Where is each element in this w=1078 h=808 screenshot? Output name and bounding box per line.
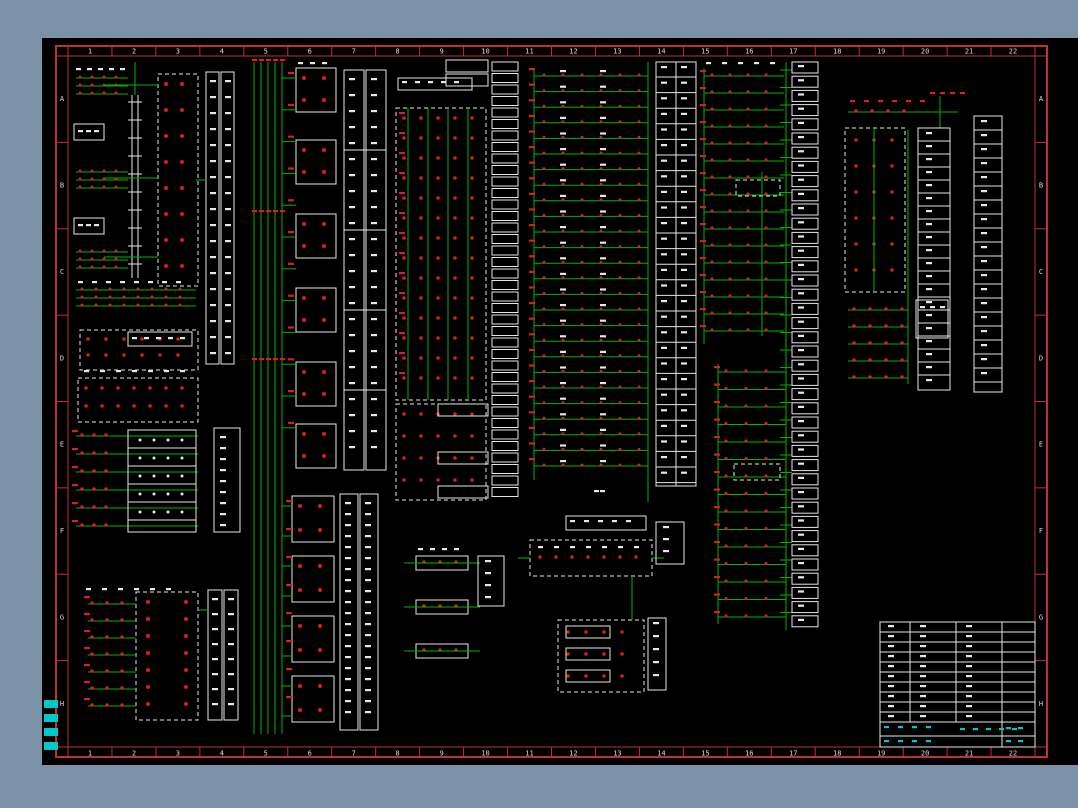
ruler-row-label: G — [1039, 613, 1043, 621]
ruler-column-label: 19 — [877, 48, 885, 56]
ruler-column-label: 3 — [176, 48, 180, 56]
ruler-row-label: D — [60, 354, 64, 362]
ruler-row-label: E — [60, 441, 64, 449]
ruler-column-label: 20 — [921, 750, 929, 758]
ruler-column-label: 5 — [264, 750, 268, 758]
ruler-column-label: 18 — [833, 48, 841, 56]
ruler-column-label: 6 — [308, 48, 312, 56]
ruler-row-label: E — [1039, 441, 1043, 449]
ruler-column-label: 10 — [481, 48, 489, 56]
ruler-column-label: 8 — [396, 750, 400, 758]
ruler-column-label: 21 — [965, 48, 973, 56]
ruler-row-label: D — [1039, 354, 1043, 362]
ruler-row-label: C — [1039, 268, 1043, 276]
ruler-column-label: 1 — [88, 48, 92, 56]
ruler-column-label: 21 — [965, 750, 973, 758]
ruler-column-label: 15 — [701, 48, 709, 56]
ruler-column-label: 2 — [132, 750, 136, 758]
ruler-column-label: 13 — [613, 48, 621, 56]
ruler-column-label: 22 — [1009, 750, 1017, 758]
ruler-row-label: H — [60, 700, 64, 708]
ruler-column-label: 3 — [176, 750, 180, 758]
ruler-column-label: 17 — [789, 48, 797, 56]
ruler-column-label: 7 — [352, 48, 356, 56]
ruler-column-label: 16 — [745, 48, 753, 56]
ruler-column-label: 16 — [745, 750, 753, 758]
ruler-column-label: 22 — [1009, 48, 1017, 56]
ruler-row-label: B — [1039, 182, 1043, 190]
ruler-row-label: F — [60, 527, 64, 535]
ruler-column-label: 4 — [220, 48, 224, 56]
ruler-column-label: 12 — [569, 750, 577, 758]
ruler-column-label: 7 — [352, 750, 356, 758]
ruler-column-label: 11 — [525, 48, 533, 56]
ruler-column-label: 20 — [921, 48, 929, 56]
ruler-column-label: 12 — [569, 48, 577, 56]
ruler-column-label: 9 — [440, 750, 444, 758]
ruler-column-label: 6 — [308, 750, 312, 758]
ruler-column-label: 1 — [88, 750, 92, 758]
ruler-column-label: 14 — [657, 48, 665, 56]
ruler-column-label: 11 — [525, 750, 533, 758]
ruler-column-label: 9 — [440, 48, 444, 56]
ruler-column-label: 15 — [701, 750, 709, 758]
ruler-row-label: C — [60, 268, 64, 276]
ruler-column-label: 18 — [833, 750, 841, 758]
ruler-column-label: 10 — [481, 750, 489, 758]
ruler-column-label: 13 — [613, 750, 621, 758]
drawing-canvas: 1122334455667788991010111112121313141415… — [0, 0, 1078, 808]
ruler-column-label: 17 — [789, 750, 797, 758]
cad-preview: 1 1 2 2 3 3 4 4 5 5 6 6 7 7 8 8 9 9 10 10 11 11 12 12 13 13 14 14 15… — [0, 0, 1078, 808]
ruler-column-label: 2 — [132, 48, 136, 56]
ruler-row-label: G — [60, 613, 64, 621]
ruler-row-label: F — [1039, 527, 1043, 535]
ruler-column-label: 8 — [396, 48, 400, 56]
ruler-row-label: B — [60, 182, 64, 190]
ruler-column-label: 4 — [220, 750, 224, 758]
ruler-column-label: 19 — [877, 750, 885, 758]
ruler-row-label: H — [1039, 700, 1043, 708]
ruler-column-label: 5 — [264, 48, 268, 56]
ruler-column-label: 14 — [657, 750, 665, 758]
